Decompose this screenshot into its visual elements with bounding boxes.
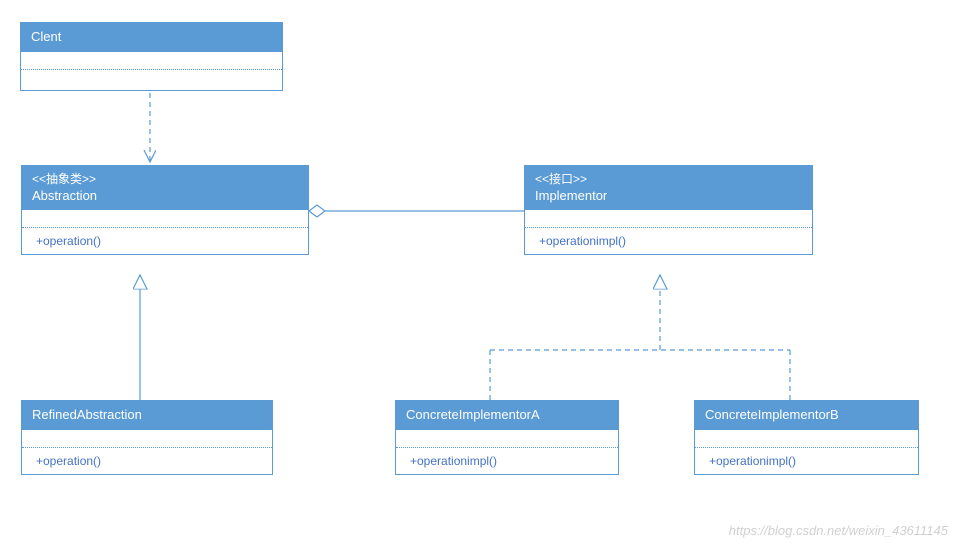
class-concrete-implementor-b: ConcreteImplementorB +operationimpl() bbox=[694, 400, 919, 475]
class-method-label: +operationimpl() bbox=[695, 448, 918, 474]
class-attributes-section bbox=[21, 52, 282, 70]
stereotype-label: <<接口>> bbox=[535, 172, 802, 188]
class-attributes-section bbox=[22, 430, 272, 448]
class-title: Clent bbox=[21, 23, 282, 52]
class-implementor: <<接口>> Implementor +operationimpl() bbox=[524, 165, 813, 255]
stereotype-label: <<抽象类>> bbox=[32, 172, 298, 188]
class-clent: Clent bbox=[20, 22, 283, 91]
class-method-label: +operationimpl() bbox=[525, 228, 812, 254]
class-name-label: Abstraction bbox=[32, 188, 97, 203]
class-method-label: +operation() bbox=[22, 228, 308, 254]
class-attributes-section bbox=[396, 430, 618, 448]
class-method-label: +operation() bbox=[22, 448, 272, 474]
class-name-label: ConcreteImplementorB bbox=[705, 407, 839, 422]
class-name-label: Implementor bbox=[535, 188, 607, 203]
class-title: RefinedAbstraction bbox=[22, 401, 272, 430]
class-operations-section bbox=[21, 70, 282, 90]
class-title: ConcreteImplementorB bbox=[695, 401, 918, 430]
aggregation-abstraction-to-implementor bbox=[309, 205, 524, 217]
realization-concretes-to-implementor bbox=[490, 275, 790, 400]
class-abstraction: <<抽象类>> Abstraction +operation() bbox=[21, 165, 309, 255]
class-attributes-section bbox=[695, 430, 918, 448]
class-name-label: ConcreteImplementorA bbox=[406, 407, 540, 422]
class-title: ConcreteImplementorA bbox=[396, 401, 618, 430]
class-refined-abstraction: RefinedAbstraction +operation() bbox=[21, 400, 273, 475]
class-title: <<抽象类>> Abstraction bbox=[22, 166, 308, 210]
class-method-label: +operationimpl() bbox=[396, 448, 618, 474]
class-name-label: Clent bbox=[31, 29, 61, 44]
class-title: <<接口>> Implementor bbox=[525, 166, 812, 210]
watermark-text: https://blog.csdn.net/weixin_43611145 bbox=[729, 523, 948, 538]
class-attributes-section bbox=[525, 210, 812, 228]
class-name-label: RefinedAbstraction bbox=[32, 407, 142, 422]
class-concrete-implementor-a: ConcreteImplementorA +operationimpl() bbox=[395, 400, 619, 475]
class-attributes-section bbox=[22, 210, 308, 228]
